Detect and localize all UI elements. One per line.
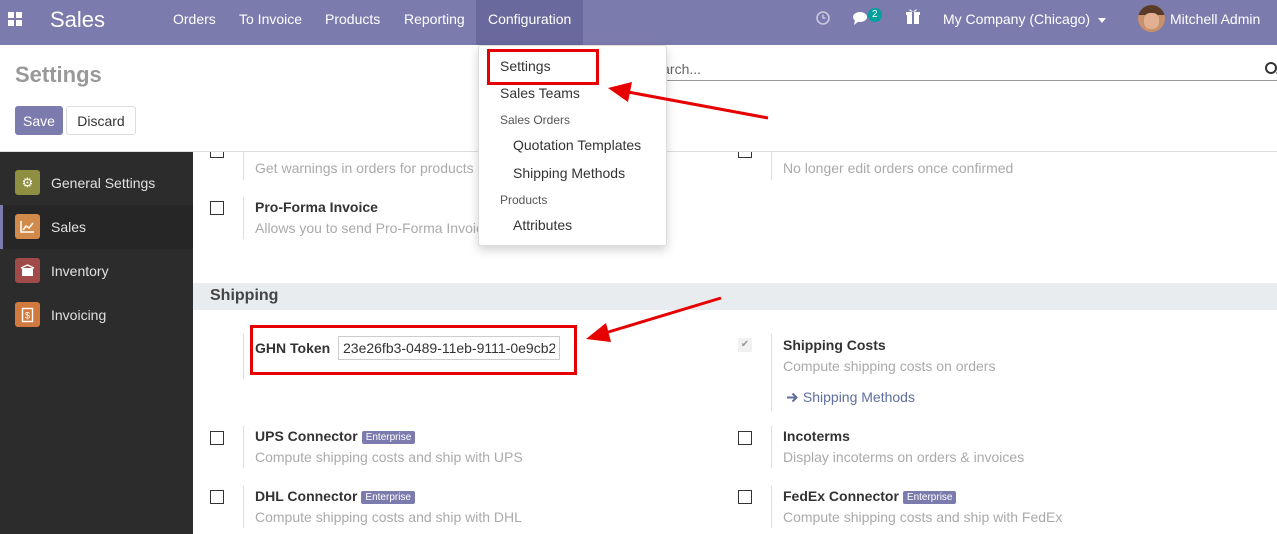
dropdown-item-quotation-templates[interactable]: Quotation Templates xyxy=(513,137,641,153)
dropdown-item-sales-teams[interactable]: Sales Teams xyxy=(500,85,580,101)
fedex-title-text: FedEx Connector xyxy=(783,488,899,504)
gift-icon[interactable] xyxy=(905,0,921,38)
divider xyxy=(771,152,772,180)
dropdown-header-products: Products xyxy=(500,193,548,207)
sidebar-item-label: Invoicing xyxy=(51,307,107,323)
box-icon xyxy=(15,258,40,283)
shipping-costs-description: Compute shipping costs on orders xyxy=(783,358,996,374)
menu-products[interactable]: Products xyxy=(325,0,380,45)
ups-title-text: UPS Connector xyxy=(255,428,358,444)
divider xyxy=(243,486,244,528)
shipping-methods-link[interactable]: Shipping Methods xyxy=(786,389,915,405)
lock-orders-description: No longer edit orders once confirmed xyxy=(783,160,1014,176)
discard-button[interactable]: Discard xyxy=(66,106,136,135)
section-title: Shipping xyxy=(210,287,279,304)
enterprise-badge: Enterprise xyxy=(361,431,416,444)
gear-icon: ⚙ xyxy=(15,170,40,195)
app-brand[interactable]: Sales xyxy=(50,7,105,33)
clock-icon[interactable] xyxy=(815,0,831,38)
divider xyxy=(771,334,772,411)
company-name: My Company (Chicago) xyxy=(943,11,1091,27)
divider xyxy=(771,486,772,528)
shipping-section-header: Shipping xyxy=(193,283,1277,310)
sidebar-item-sales[interactable]: Sales xyxy=(0,205,193,249)
settings-sidebar: ⚙ General Settings Sales Inventory $ Inv… xyxy=(0,152,193,534)
proforma-invoice-description: Allows you to send Pro-Forma Invoice xyxy=(255,220,491,236)
shipping-costs-title: Shipping Costs xyxy=(783,337,886,353)
lock-orders-checkbox[interactable] xyxy=(738,152,752,158)
invoice-icon: $ xyxy=(15,302,40,327)
dhl-title-text: DHL Connector xyxy=(255,488,358,504)
fedex-connector-checkbox[interactable] xyxy=(738,490,752,504)
dhl-connector-title: DHL Connector Enterprise xyxy=(255,488,415,504)
avatar[interactable] xyxy=(1138,5,1165,32)
sale-warnings-description: Get warnings in orders for products xyxy=(255,160,474,176)
user-name[interactable]: Mitchell Admin xyxy=(1170,0,1260,38)
enterprise-badge: Enterprise xyxy=(902,491,957,504)
ups-connector-title: UPS Connector Enterprise xyxy=(255,428,416,444)
divider xyxy=(243,334,244,379)
chevron-down-icon xyxy=(1098,17,1107,23)
sidebar-item-inventory[interactable]: Inventory xyxy=(0,249,193,293)
incoterms-title: Incoterms xyxy=(783,428,850,444)
menu-orders[interactable]: Orders xyxy=(173,0,216,45)
arrow-right-icon xyxy=(787,392,798,403)
sidebar-item-label: Inventory xyxy=(51,263,109,279)
proforma-invoice-title: Pro-Forma Invoice xyxy=(255,199,378,215)
incoterms-description: Display incoterms on orders & invoices xyxy=(783,449,1025,465)
save-button[interactable]: Save xyxy=(15,106,63,135)
menu-configuration[interactable]: Configuration xyxy=(476,0,584,45)
chart-icon xyxy=(15,214,40,239)
fedex-connector-description: Compute shipping costs and ship with Fed… xyxy=(783,509,1063,525)
dropdown-item-shipping-methods[interactable]: Shipping Methods xyxy=(513,165,625,181)
chat-icon[interactable] xyxy=(852,0,870,38)
incoterms-checkbox[interactable] xyxy=(738,431,752,445)
page-title: Settings xyxy=(15,62,102,87)
company-switcher[interactable]: My Company (Chicago) xyxy=(943,0,1107,38)
fedex-connector-title: FedEx Connector Enterprise xyxy=(783,488,957,504)
proforma-invoice-checkbox[interactable] xyxy=(210,201,224,215)
ups-connector-checkbox[interactable] xyxy=(210,431,224,445)
search-input[interactable]: Search... xyxy=(645,59,1277,81)
apps-icon[interactable] xyxy=(8,12,22,26)
svg-text:$: $ xyxy=(25,310,30,320)
divider xyxy=(771,426,772,468)
dropdown-header-sales-orders: Sales Orders xyxy=(500,113,571,127)
messages-count-badge: 2 xyxy=(868,8,882,22)
sidebar-item-general-settings[interactable]: ⚙ General Settings xyxy=(0,161,193,205)
dhl-connector-checkbox[interactable] xyxy=(210,490,224,504)
shipping-costs-checkbox[interactable]: ✔ xyxy=(738,338,752,352)
divider xyxy=(243,152,244,180)
divider xyxy=(243,426,244,468)
divider xyxy=(243,197,244,239)
sidebar-item-label: General Settings xyxy=(51,175,156,191)
sidebar-item-label: Sales xyxy=(51,219,87,235)
search-icon[interactable] xyxy=(1265,62,1277,74)
menu-reporting[interactable]: Reporting xyxy=(404,0,465,45)
dropdown-item-attributes[interactable]: Attributes xyxy=(513,217,572,233)
annotation-box-ghn-token xyxy=(250,325,577,375)
annotation-box-settings xyxy=(487,49,599,85)
sidebar-item-invoicing[interactable]: $ Invoicing xyxy=(0,293,193,337)
ups-connector-description: Compute shipping costs and ship with UPS xyxy=(255,449,523,465)
dhl-connector-description: Compute shipping costs and ship with DHL xyxy=(255,509,522,525)
menu-to-invoice[interactable]: To Invoice xyxy=(239,0,302,45)
top-navbar: Sales Orders To Invoice Products Reporti… xyxy=(0,0,1277,45)
sale-warnings-checkbox[interactable] xyxy=(210,152,224,158)
enterprise-badge: Enterprise xyxy=(361,491,415,504)
shipping-methods-link-label: Shipping Methods xyxy=(802,389,915,405)
